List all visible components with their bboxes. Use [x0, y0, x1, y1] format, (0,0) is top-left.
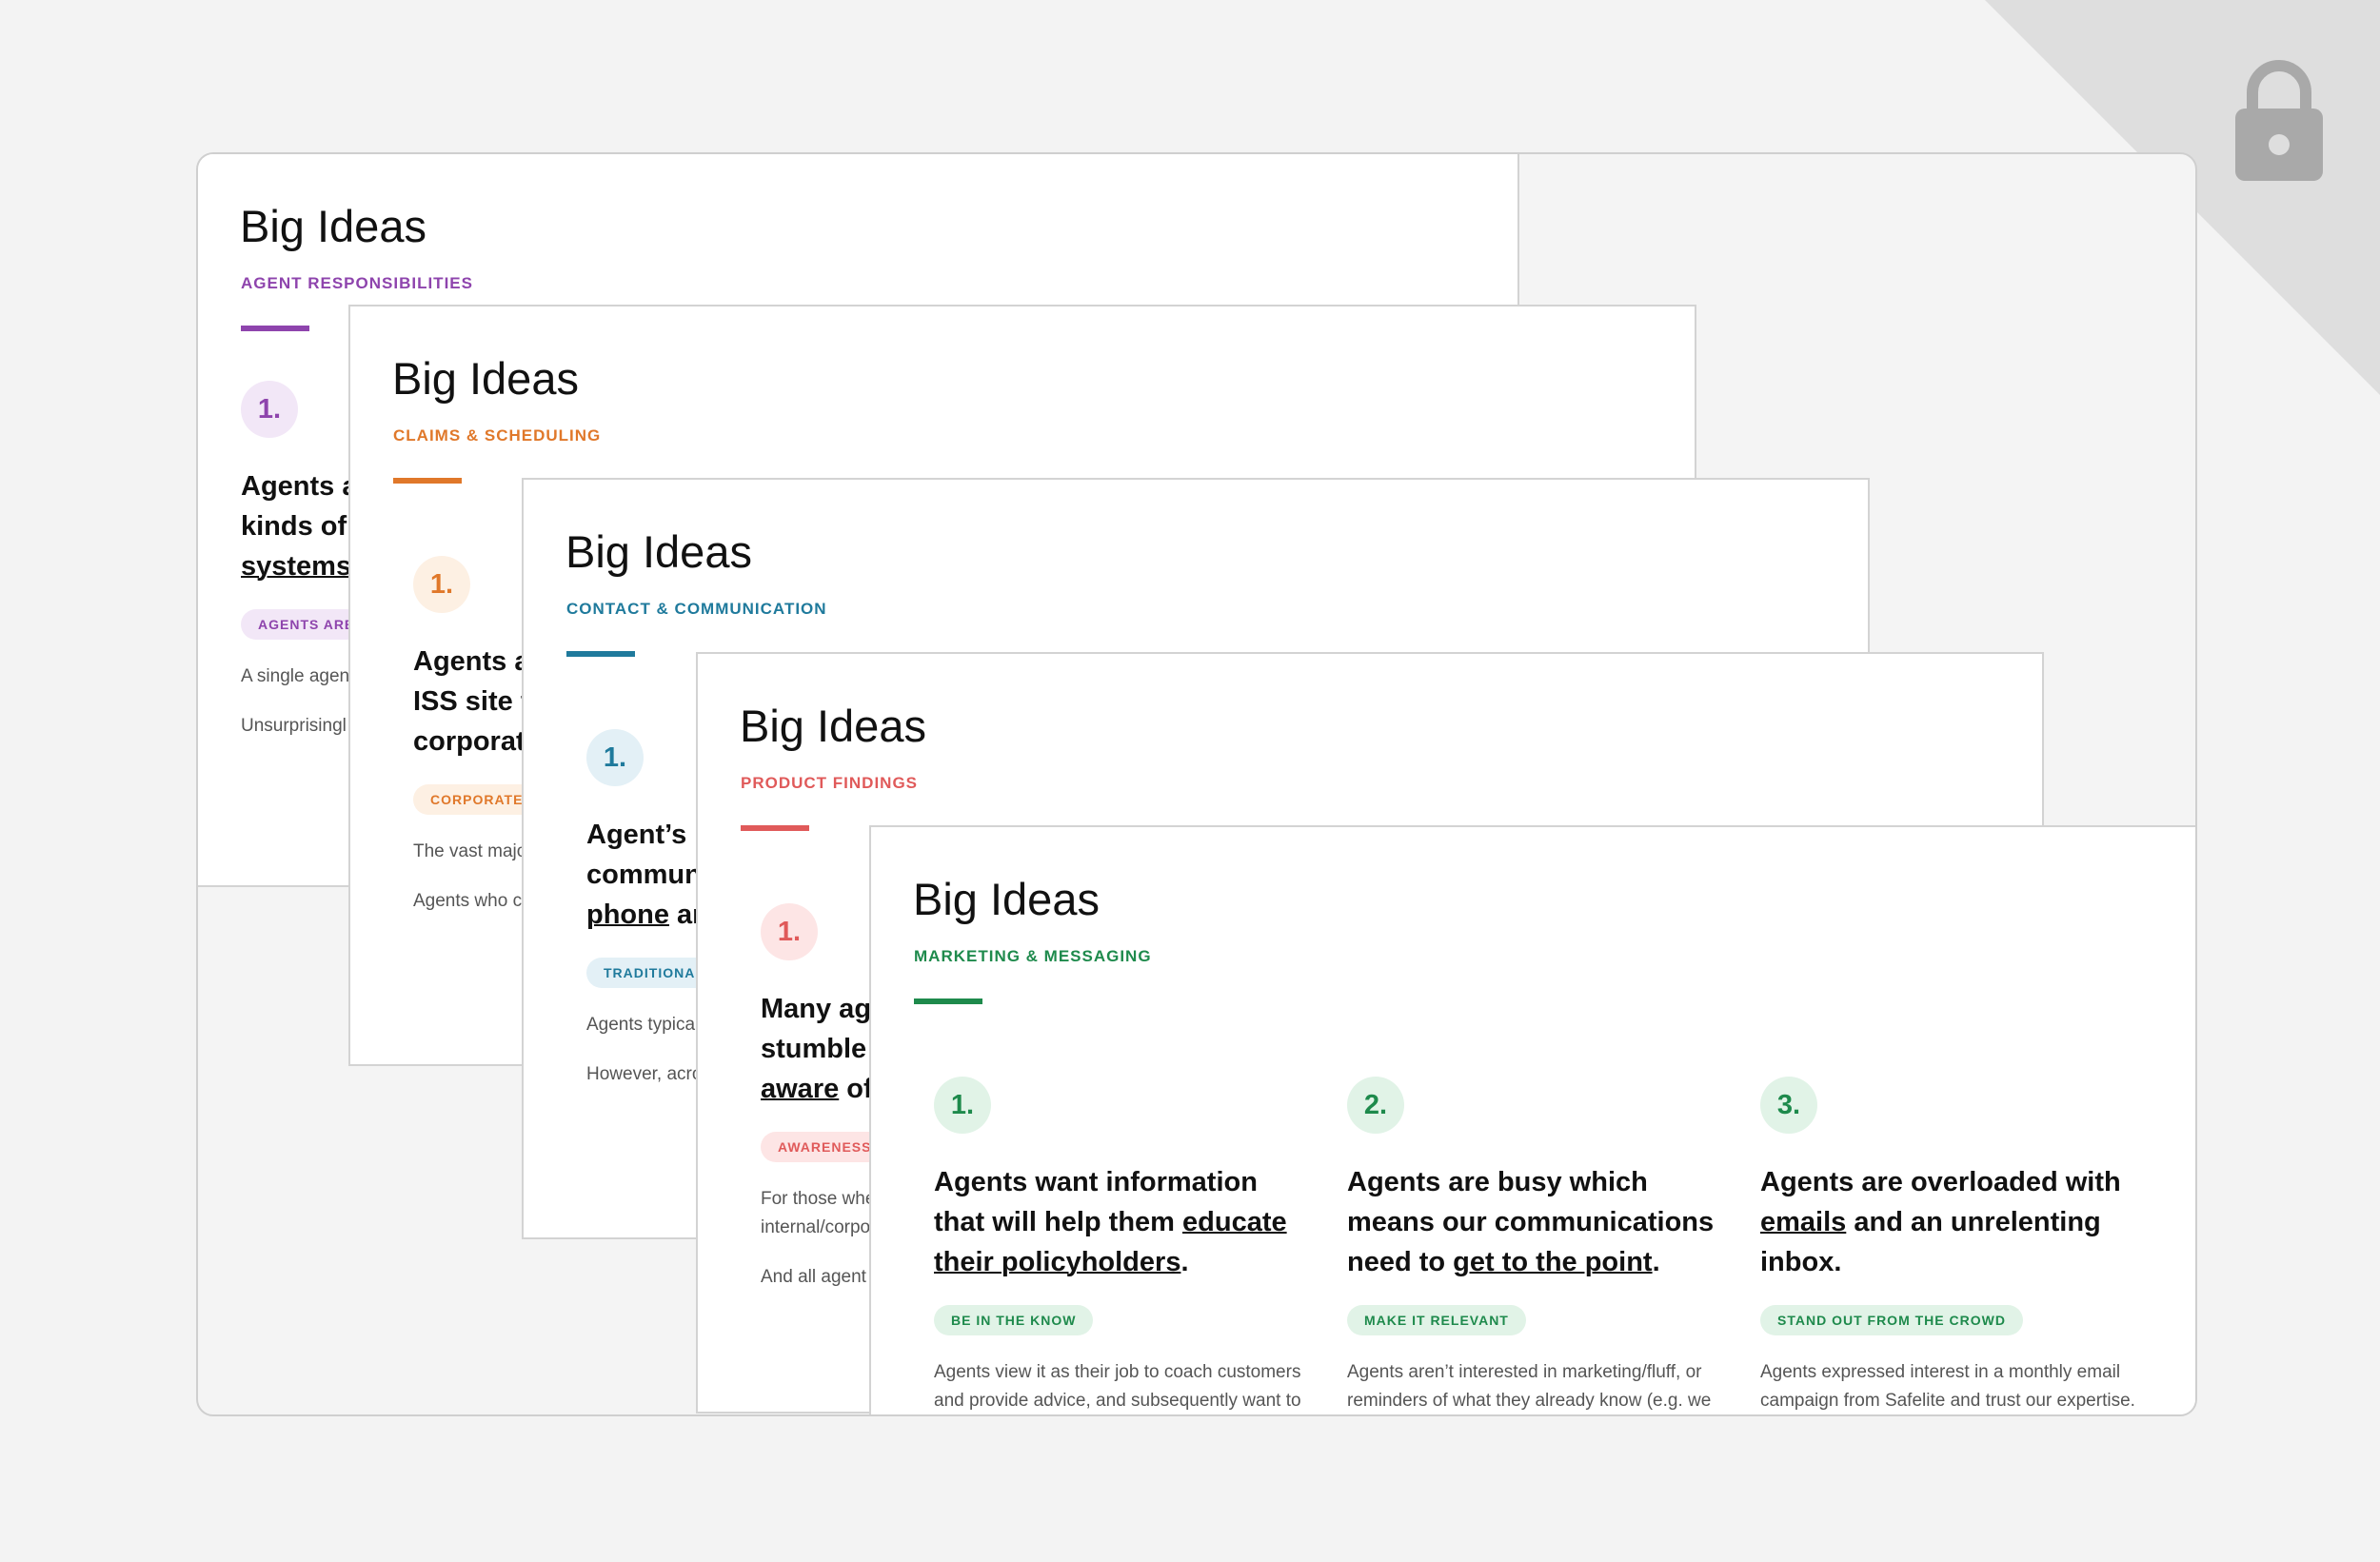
- card-subtitle: CLAIMS & SCHEDULING: [393, 426, 602, 445]
- idea-link[interactable]: systems: [241, 551, 351, 582]
- accent-rule: [241, 326, 309, 331]
- idea-number: 1.: [586, 729, 644, 786]
- lock-icon: [2235, 60, 2323, 181]
- idea-link[interactable]: aware: [761, 1074, 839, 1104]
- accent-rule: [393, 478, 462, 484]
- idea-link[interactable]: phone: [586, 900, 669, 930]
- card-marketing-messaging[interactable]: Big Ideas MARKETING & MESSAGING 1. Agent…: [869, 825, 2195, 1414]
- idea-heading: Agents want information that will help t…: [934, 1167, 1287, 1277]
- card-title: Big Ideas: [740, 701, 926, 751]
- idea-tag: STAND OUT FROM THE CROWD: [1760, 1305, 2023, 1335]
- idea-number: 2.: [1347, 1077, 1404, 1134]
- idea-body: Agents aren’t interested in marketing/fl…: [1347, 1362, 1712, 1411]
- idea-number: 1.: [934, 1077, 991, 1134]
- idea-number: 1.: [413, 556, 470, 613]
- idea-column: 2. Agents are busy which means our commu…: [1347, 1077, 1728, 1414]
- accent-rule: [914, 998, 982, 1004]
- card-subtitle: CONTACT & COMMUNICATION: [566, 600, 827, 618]
- accent-rule: [741, 825, 809, 831]
- idea-link[interactable]: get to the point: [1453, 1247, 1652, 1277]
- accent-rule: [566, 651, 635, 657]
- idea-heading: Agents are busy which means our communic…: [1347, 1167, 1715, 1277]
- card-title: Big Ideas: [240, 201, 426, 251]
- card-subtitle: MARKETING & MESSAGING: [914, 947, 1152, 965]
- idea-body: Agents expressed interest in a monthly e…: [1760, 1362, 2135, 1411]
- card-title: Big Ideas: [392, 353, 579, 404]
- idea-number: 3.: [1760, 1077, 1817, 1134]
- card-subtitle: AGENT RESPONSIBILITIES: [241, 274, 473, 292]
- idea-column: 3. Agents are overloaded with emails and…: [1760, 1077, 2170, 1414]
- card-title: Big Ideas: [565, 526, 752, 577]
- preview-frame: Big Ideas AGENT RESPONSIBILITIES 1. Agen…: [196, 152, 2197, 1416]
- idea-number: 1.: [761, 903, 818, 960]
- idea-number: 1.: [241, 381, 298, 438]
- idea-heading: Agents are overloaded with emails and an…: [1760, 1167, 2121, 1277]
- card-subtitle: PRODUCT FINDINGS: [741, 774, 918, 792]
- idea-tag: MAKE IT RELEVANT: [1347, 1305, 1526, 1335]
- card-title: Big Ideas: [913, 874, 1100, 924]
- idea-tag: BE IN THE KNOW: [934, 1305, 1094, 1335]
- idea-link[interactable]: emails: [1760, 1207, 1846, 1237]
- idea-column: 1. Agents want information that will hel…: [934, 1077, 1315, 1414]
- idea-body: Agents view it as their job to coach cus…: [934, 1362, 1301, 1411]
